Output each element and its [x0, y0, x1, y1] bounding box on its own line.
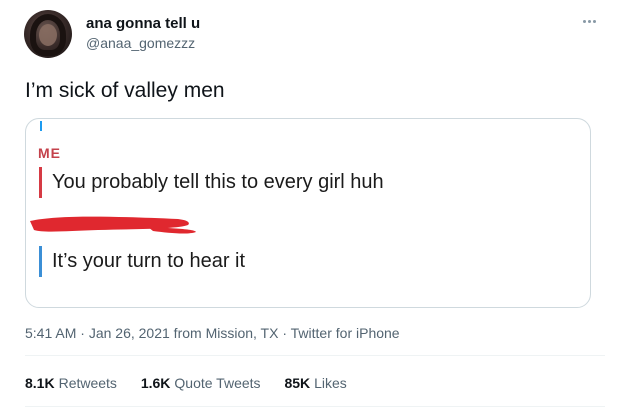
meta-separator: · [76, 325, 89, 341]
author-display-name[interactable]: ana gonna tell u [86, 15, 200, 32]
tweet-location: from Mission, TX [169, 325, 279, 341]
divider [25, 355, 605, 356]
tweet-stats: 8.1K Retweets 1.6K Quote Tweets 85K Likes [25, 375, 367, 391]
tweet-meta: 5:41 AM · Jan 26, 2021 from Mission, TX … [25, 325, 400, 341]
me-label: ME [38, 145, 61, 161]
more-horizontal-icon[interactable] [576, 13, 602, 29]
tweet-time[interactable]: 5:41 AM [25, 325, 76, 341]
avatar[interactable] [24, 10, 72, 58]
divider [25, 406, 605, 407]
retweets-count: 8.1K [25, 375, 55, 391]
tweet-date[interactable]: Jan 26, 2021 [89, 325, 170, 341]
redacted-name-scribble [30, 216, 196, 234]
reply-message-bar [39, 246, 42, 277]
quote-tweets-stat[interactable]: 1.6K Quote Tweets [141, 375, 261, 391]
likes-count: 85K [284, 375, 311, 391]
reply-message-text: It’s your turn to hear it [52, 250, 246, 272]
avatar-face [39, 24, 57, 46]
tweet-media-image[interactable]: ME You probably tell this to every girl … [25, 118, 591, 308]
me-message-text: You probably tell this to every girl huh [52, 171, 384, 193]
author-handle[interactable]: @anaa_gomezzz [86, 35, 195, 51]
retweets-label: Retweets [58, 375, 117, 391]
quote-tweets-label: Quote Tweets [174, 375, 261, 391]
me-message-bar [39, 167, 42, 198]
tweet-source[interactable]: Twitter for iPhone [291, 325, 400, 341]
likes-label: Likes [314, 375, 347, 391]
likes-stat[interactable]: 85K Likes [284, 375, 346, 391]
message-bar-stub [40, 121, 42, 131]
retweets-stat[interactable]: 8.1K Retweets [25, 375, 117, 391]
meta-separator: · [278, 325, 291, 341]
tweet-text: I’m sick of valley men [25, 79, 225, 102]
quote-tweets-count: 1.6K [140, 375, 171, 391]
